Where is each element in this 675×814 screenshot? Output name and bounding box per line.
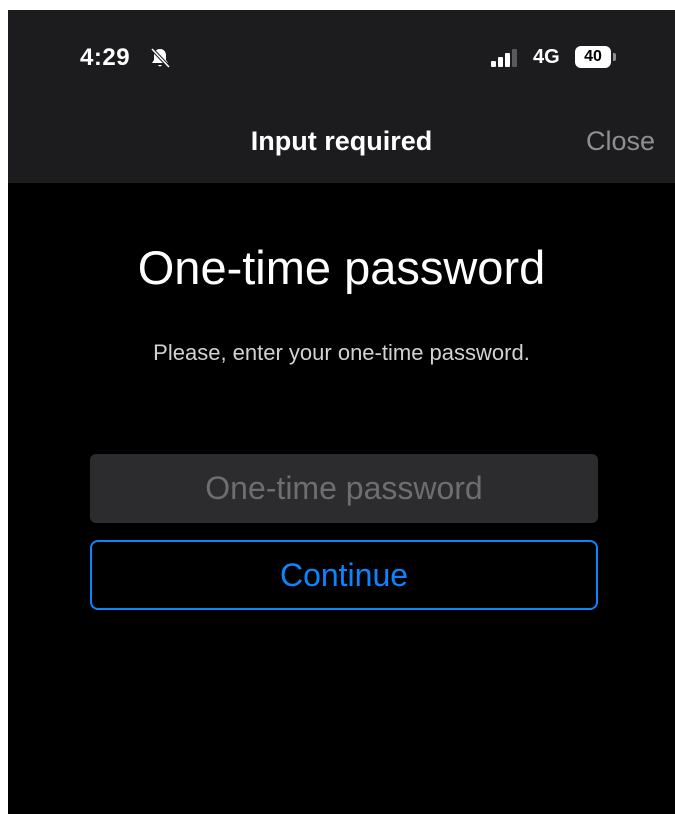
battery-level: 40 bbox=[584, 48, 602, 65]
otp-input[interactable] bbox=[90, 454, 598, 523]
top-bar bbox=[8, 10, 675, 183]
continue-button[interactable]: Continue bbox=[90, 540, 598, 610]
status-time: 4:29 bbox=[80, 44, 131, 71]
signal-icon bbox=[491, 49, 517, 67]
close-button[interactable]: Close bbox=[586, 126, 655, 157]
battery-cap bbox=[613, 53, 616, 61]
bell-slash-icon bbox=[150, 47, 171, 69]
network-type-label: 4G bbox=[533, 46, 560, 68]
phone-screen: 4:29 4G 40 Input required Close One-time… bbox=[8, 10, 675, 814]
instruction-text: Please, enter your one-time password. bbox=[153, 340, 530, 365]
battery-icon: 40 bbox=[575, 46, 617, 68]
page-title: One-time password bbox=[137, 241, 546, 294]
nav-title: Input required bbox=[250, 126, 433, 156]
